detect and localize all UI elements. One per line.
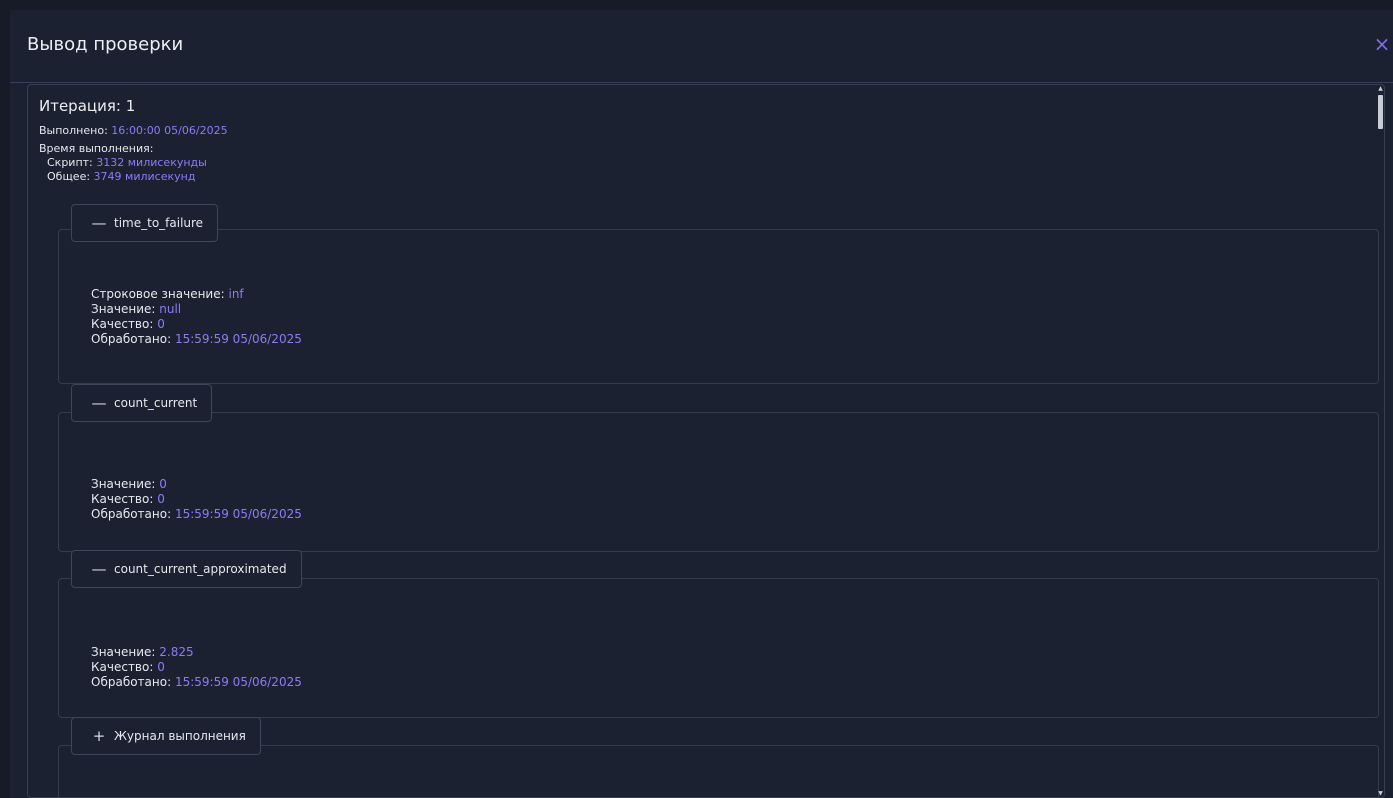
executed-label: Выполнено: <box>39 124 108 137</box>
scroll-down-arrow-icon[interactable]: ▼ <box>1377 790 1384 797</box>
group-header-count-current-approximated[interactable]: — count_current_approximated <box>71 550 302 588</box>
script-time-value: 3132 милисекунды <box>96 156 207 169</box>
script-time-line: Скрипт: 3132 милисекунды <box>47 156 207 169</box>
group-count-current: — count_current Значение: 0 Качество: 0 … <box>58 384 1379 552</box>
field-value-row: Значение: 2.825 <box>91 645 194 659</box>
field-value-row: Значение: null <box>91 302 181 316</box>
field-value: 2.825 <box>159 645 194 659</box>
group-frame <box>58 229 1379 384</box>
field-value: 15:59:59 05/06/2025 <box>174 507 302 521</box>
field-value: 0 <box>157 660 165 674</box>
vertical-scrollbar[interactable]: ▲ ▼ <box>1377 85 1384 797</box>
field-string-value: Строковое значение: inf <box>91 287 244 301</box>
group-count-current-approximated: — count_current_approximated Значение: 2… <box>58 550 1379 718</box>
scroll-up-arrow-icon[interactable]: ▲ <box>1377 85 1384 92</box>
field-label: Обработано: <box>91 507 172 521</box>
field-quality: Качество: 0 <box>91 492 165 506</box>
dialog-header: Вывод проверки × <box>10 10 1393 83</box>
exec-time-label: Время выполнения: <box>39 142 154 155</box>
minus-icon: — <box>91 560 107 578</box>
group-time-to-failure: — time_to_failure Строковое значение: in… <box>58 204 1379 384</box>
field-value: 15:59:59 05/06/2025 <box>174 332 302 346</box>
group-frame <box>58 578 1379 718</box>
group-header-execution-log[interactable]: + Журнал выполнения <box>71 717 261 755</box>
group-name: count_current <box>114 396 198 410</box>
field-value-row: Значение: 0 <box>91 477 167 491</box>
field-label: Значение: <box>91 302 156 316</box>
field-label: Значение: <box>91 477 156 491</box>
field-label: Значение: <box>91 645 156 659</box>
field-label: Качество: <box>91 492 154 506</box>
plus-icon: + <box>92 727 106 745</box>
script-time-label: Скрипт: <box>47 156 93 169</box>
field-label: Строковое значение: <box>91 287 225 301</box>
group-header-count-current[interactable]: — count_current <box>71 384 213 422</box>
scroll-thumb[interactable] <box>1378 95 1383 129</box>
minus-icon: — <box>91 394 107 412</box>
total-time-line: Общее: 3749 милисекунд <box>47 170 195 183</box>
field-processed: Обработано: 15:59:59 05/06/2025 <box>91 332 302 346</box>
field-processed: Обработано: 15:59:59 05/06/2025 <box>91 507 302 521</box>
field-value: 15:59:59 05/06/2025 <box>174 675 302 689</box>
close-icon[interactable]: × <box>1371 32 1393 56</box>
output-panel: Итерация: 1 Выполнено: 16:00:00 05/06/20… <box>27 84 1385 798</box>
executed-value: 16:00:00 05/06/2025 <box>111 124 228 137</box>
check-output-dialog: Вывод проверки × Итерация: 1 Выполнено: … <box>10 10 1393 798</box>
dialog-title: Вывод проверки <box>27 34 184 55</box>
group-name: Журнал выполнения <box>114 729 246 743</box>
field-value: 0 <box>157 492 165 506</box>
group-name: time_to_failure <box>114 216 204 230</box>
group-execution-log: + Журнал выполнения <box>58 717 1379 797</box>
field-quality: Качество: 0 <box>91 660 165 674</box>
field-label: Качество: <box>91 660 154 674</box>
field-value: 0 <box>159 477 167 491</box>
field-label: Обработано: <box>91 332 172 346</box>
minus-icon: — <box>91 214 107 232</box>
field-value: 0 <box>157 317 165 331</box>
group-frame <box>58 412 1379 552</box>
group-header-time-to-failure[interactable]: — time_to_failure <box>71 204 219 242</box>
total-time-value: 3749 милисекунд <box>93 170 196 183</box>
field-processed: Обработано: 15:59:59 05/06/2025 <box>91 675 302 689</box>
total-time-label: Общее: <box>47 170 91 183</box>
field-label: Качество: <box>91 317 154 331</box>
field-label: Обработано: <box>91 675 172 689</box>
iteration-title: Итерация: 1 <box>39 97 136 115</box>
field-quality: Качество: 0 <box>91 317 165 331</box>
field-value: inf <box>228 287 244 301</box>
executed-line: Выполнено: 16:00:00 05/06/2025 <box>39 124 228 137</box>
group-name: count_current_approximated <box>114 562 287 576</box>
field-value: null <box>159 302 182 316</box>
